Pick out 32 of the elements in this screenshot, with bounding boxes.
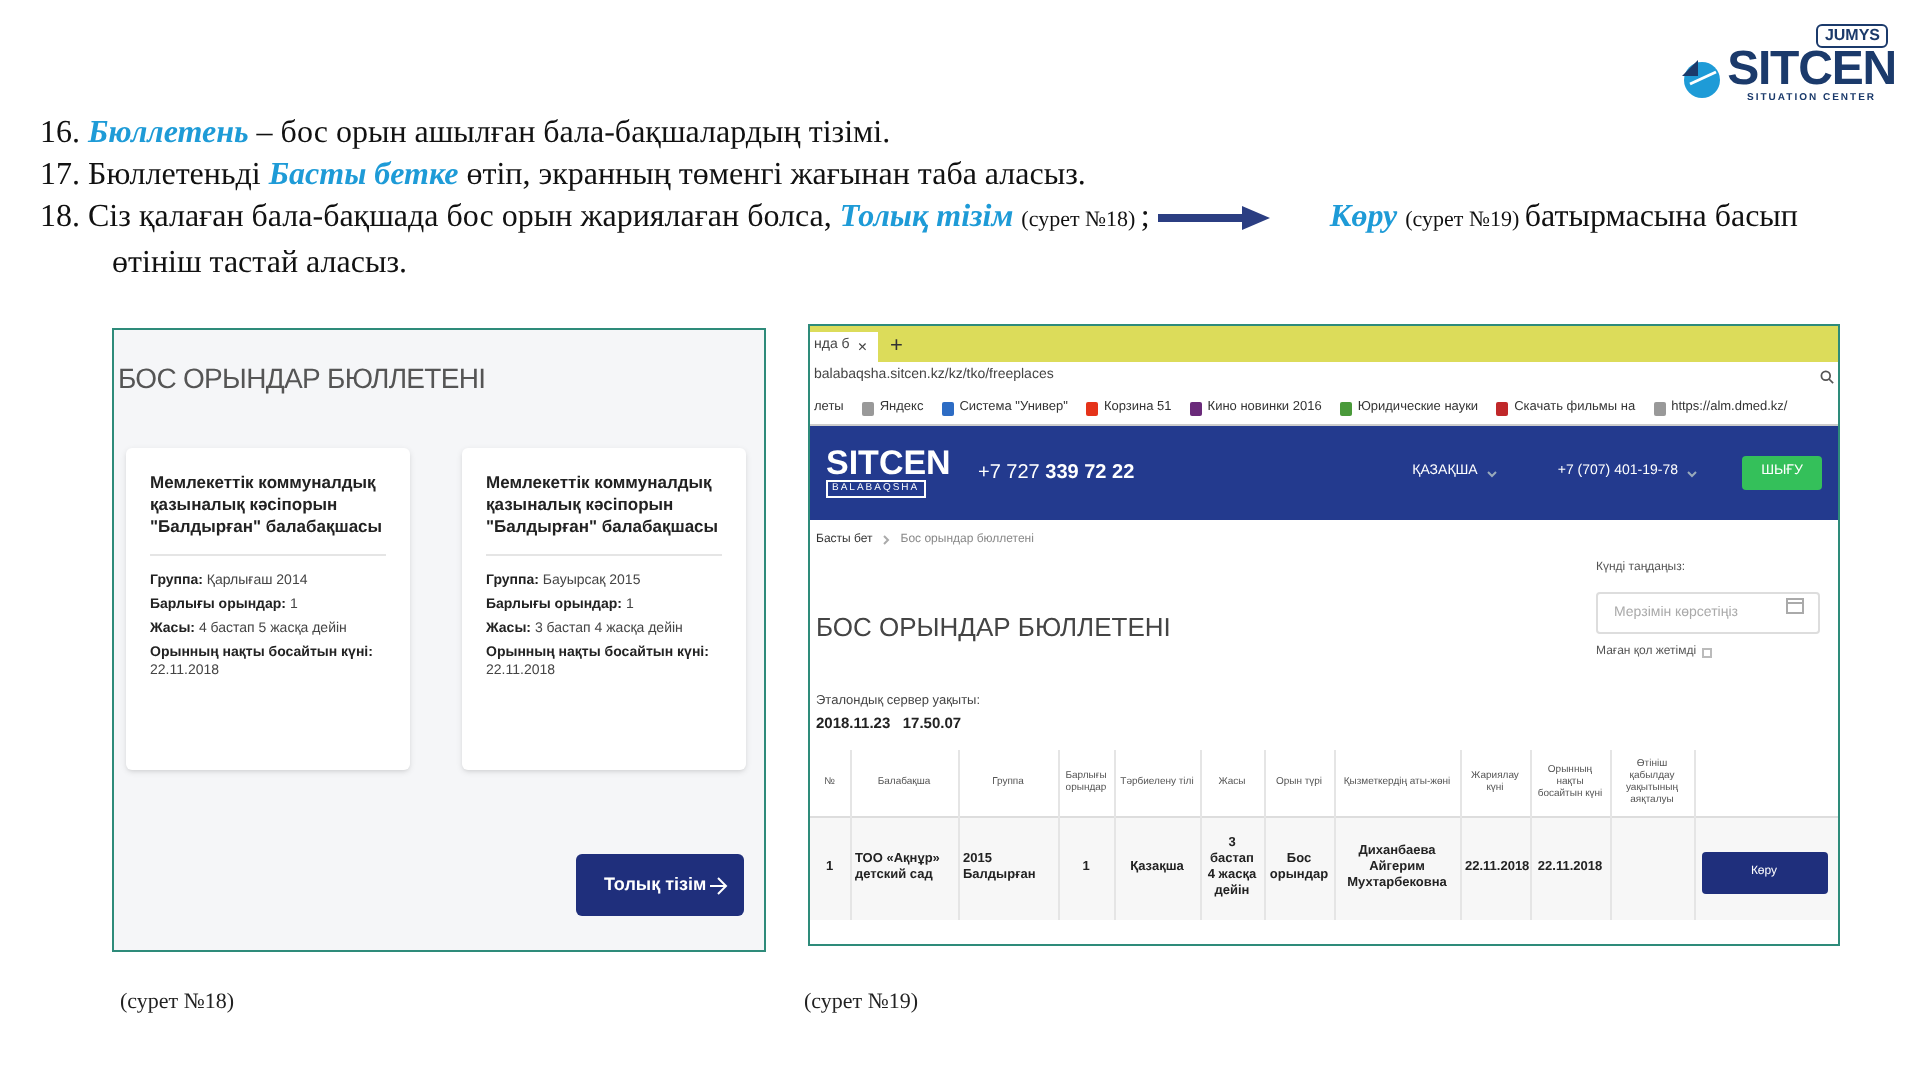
phone-number: +7 727 339 72 22 <box>978 460 1135 488</box>
bookmark-icon <box>1189 401 1202 415</box>
calendar-icon <box>1786 596 1804 614</box>
page-heading: БОС ОРЫНДАР БЮЛЛЕТЕНІ <box>116 360 488 398</box>
site-logo: SITCEN <box>826 447 951 480</box>
card-title: Мемлекеттік коммуналдық қазыналық кәсіпорын "Балдырған" балабақшасы <box>486 472 722 556</box>
instruction-text: 16. Бюллетень – бос орын ашылған бала-бақшалардың тізімі. <box>40 114 893 154</box>
instruction-text: 18. Сіз қалаған бала-бақшада бос орын жариялаған болса, Толық тізім (сурет №18) ; Көру (сурет №19) батырмасына басып өтініш тастай аласыз. <box>40 198 1800 284</box>
full-list-button[interactable]: Толық тізім <box>576 854 744 916</box>
chevron-icon <box>1485 467 1498 479</box>
bookmark-icon <box>861 401 874 415</box>
chevron-icon <box>1686 467 1698 479</box>
pie-chart-icon <box>1677 55 1722 100</box>
bookmark-icon <box>1339 401 1352 415</box>
bookmark-icon <box>941 401 954 415</box>
search-icon[interactable] <box>1820 370 1834 384</box>
bookmark-icon <box>1496 401 1509 415</box>
card-title: Мемлекеттік коммуналдық қазыналық кәсіпорын "Балдырған" балабақшасы <box>150 472 386 556</box>
chevron-icon <box>880 534 893 546</box>
new-tab-button[interactable]: + <box>890 332 903 362</box>
figure-caption: (сурет №18) <box>120 988 234 1018</box>
logo-badge: JUMYS <box>1816 24 1888 48</box>
page-title: БОС ОРЫНДАР БЮЛЛЕТЕНІ <box>816 610 1171 646</box>
bookmark-icon <box>1653 401 1666 415</box>
checkbox[interactable] <box>1702 648 1713 658</box>
arrow-right-icon <box>708 875 728 895</box>
close-icon[interactable]: × <box>857 335 867 359</box>
arrow-icon <box>1157 204 1270 233</box>
bookmark-icon <box>1085 401 1098 415</box>
instruction-text: 17. Бюллетеньді Басты бетке өтіп, экранның төменгі жағынан таба аласыз. <box>40 156 1088 196</box>
figure-caption: (сурет №19) <box>804 988 918 1018</box>
logo-name: SITCEN <box>1727 48 1896 92</box>
